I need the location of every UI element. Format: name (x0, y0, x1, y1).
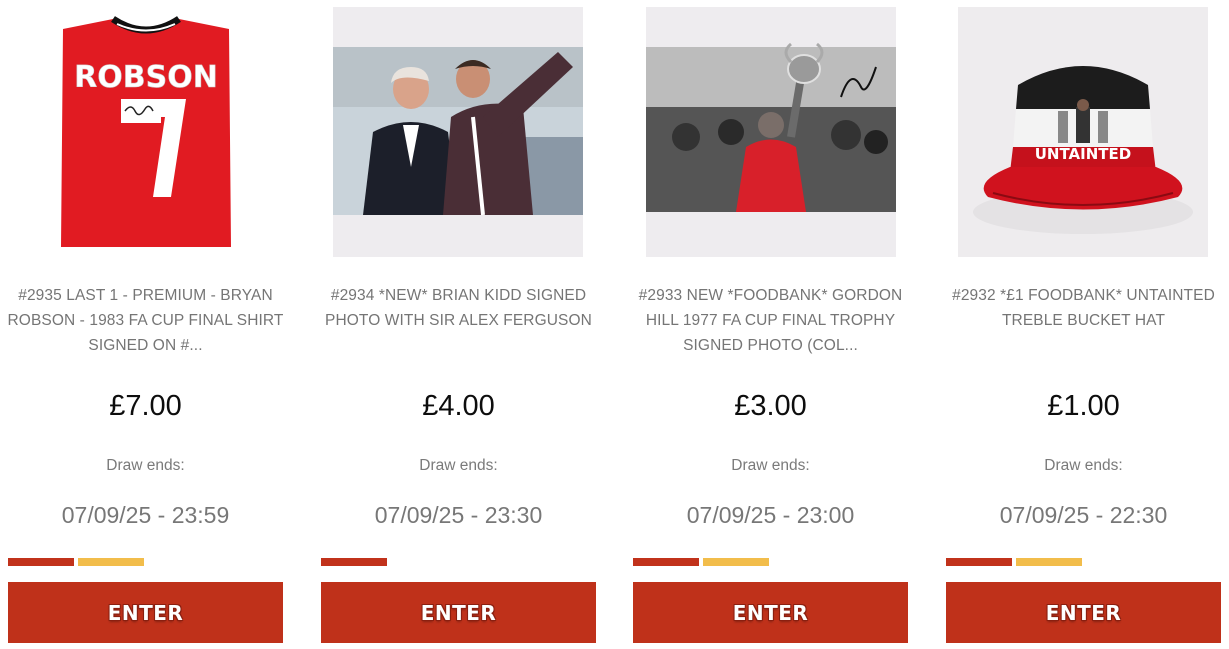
ticket-price: £1.00 (1047, 390, 1120, 422)
progress-segment (8, 558, 74, 566)
draw-ends-label: Draw ends: (1044, 457, 1123, 474)
ticket-price: £3.00 (734, 390, 807, 422)
enter-button[interactable]: ENTER (8, 582, 283, 643)
progress-segment (703, 558, 769, 566)
competition-card: #2933 NEW *FOODBANK* GORDON HILL 1977 FA… (633, 0, 908, 649)
ticket-price: £4.00 (422, 390, 495, 422)
enter-button[interactable]: ENTER (946, 582, 1221, 643)
hat-text: UNTAINTED (1035, 145, 1131, 163)
draw-ends-label: Draw ends: (731, 457, 810, 474)
enter-button[interactable]: ENTER (633, 582, 908, 643)
product-image[interactable] (333, 7, 583, 257)
competition-card: UNTAINTED #2932 *£1 FOODBANK* UNTAINTED … (946, 0, 1221, 649)
photo-image (646, 7, 896, 257)
competition-title[interactable]: #2934 *NEW* BRIAN KIDD SIGNED PHOTO WITH… (311, 283, 606, 333)
shirt-image: ROBSON (61, 16, 231, 247)
bucket-hat-image: UNTAINTED (973, 66, 1193, 234)
ticket-price: £7.00 (109, 390, 182, 422)
competition-card: #2934 *NEW* BRIAN KIDD SIGNED PHOTO WITH… (321, 0, 596, 649)
draw-date: 07/09/25 - 23:30 (374, 502, 543, 528)
draw-ends-label: Draw ends: (419, 457, 498, 474)
product-image[interactable]: ROBSON (21, 7, 271, 257)
shirt-name-text: ROBSON (74, 60, 218, 95)
draw-date: 07/09/25 - 23:59 (61, 502, 230, 528)
progress-segment (78, 558, 144, 566)
competition-title[interactable]: #2933 NEW *FOODBANK* GORDON HILL 1977 FA… (623, 283, 918, 358)
progress-segment (321, 558, 387, 566)
competition-title[interactable]: #2932 *£1 FOODBANK* UNTAINTED TREBLE BUC… (936, 283, 1229, 333)
competition-title[interactable]: #2935 LAST 1 - PREMIUM - BRYAN ROBSON - … (0, 283, 293, 358)
product-image[interactable]: UNTAINTED (958, 7, 1208, 257)
enter-button[interactable]: ENTER (321, 582, 596, 643)
draw-date: 07/09/25 - 22:30 (999, 502, 1168, 528)
progress-segment (1016, 558, 1082, 566)
draw-date: 07/09/25 - 23:00 (686, 502, 855, 528)
photo-image (333, 7, 583, 257)
competitions-grid: ROBSON #2935 LAST 1 - PREMIUM - BRYAN RO… (0, 0, 1229, 649)
progress-segment (946, 558, 1012, 566)
progress-segment (633, 558, 699, 566)
product-image[interactable] (646, 7, 896, 257)
draw-ends-label: Draw ends: (106, 457, 185, 474)
competition-card: ROBSON #2935 LAST 1 - PREMIUM - BRYAN RO… (8, 0, 283, 649)
